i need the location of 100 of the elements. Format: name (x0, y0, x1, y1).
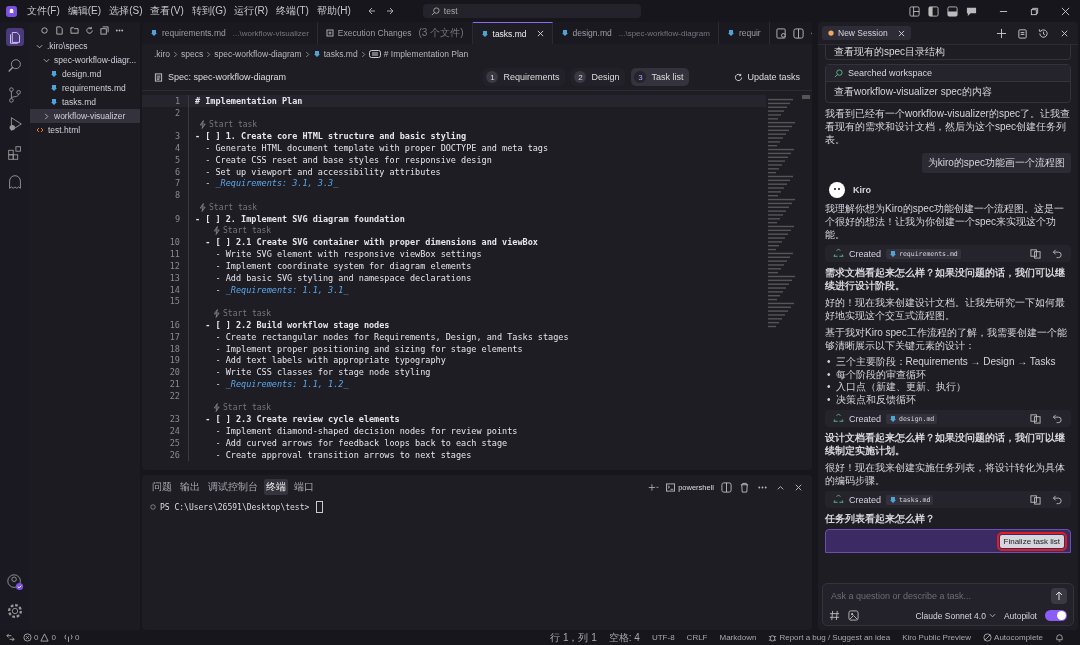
spec-step-tab[interactable]: 2 Design (571, 68, 626, 86)
status-item[interactable]: Kiro Public Preview (902, 633, 972, 642)
chat-input-field[interactable]: Ask a question or describe a task... Claude Sonnet 4.0 Autopilot (822, 583, 1074, 626)
compare-icon[interactable] (1030, 248, 1041, 259)
add-icon[interactable] (996, 27, 1007, 39)
status-item[interactable]: UTF-8 (651, 633, 675, 642)
account-icon[interactable] (6, 573, 24, 591)
menu-item[interactable]: 查看(V) (150, 4, 184, 18)
undo-icon[interactable] (1052, 413, 1063, 424)
forward-icon[interactable] (384, 6, 395, 16)
close-icon[interactable] (897, 29, 905, 37)
tree-item[interactable]: spec-workflow-diagr... (30, 53, 140, 67)
menu-item[interactable]: 帮助(H) (316, 4, 351, 18)
bell-icon[interactable] (1055, 633, 1064, 642)
source-control-icon[interactable] (6, 86, 24, 104)
start-task-link[interactable]: Start task (213, 226, 272, 236)
menu-item[interactable]: 文件(F) (27, 4, 60, 18)
panel-tab[interactable]: 输出 (178, 479, 202, 495)
panel-tab[interactable]: 端口 (292, 479, 316, 495)
start-task-link[interactable]: Start task (213, 403, 272, 413)
undo-icon[interactable] (1052, 248, 1063, 259)
remote-icon[interactable] (6, 633, 15, 642)
tree-item[interactable]: .kiro\specs (30, 39, 140, 53)
editor-tab[interactable]: Execution Changes (3 个文件) (317, 22, 473, 44)
undo-icon[interactable] (1052, 494, 1063, 505)
start-task-link[interactable]: Start task (199, 120, 258, 129)
report-bug-link[interactable]: Report a bug / Suggest an idea (768, 633, 891, 642)
close-icon[interactable] (1061, 6, 1070, 16)
tree-item[interactable]: workflow-visualizer (30, 109, 140, 123)
editor-tab[interactable]: design.md ...\spec-workflow-diagram (552, 22, 719, 44)
session-tab[interactable]: New Session (822, 26, 911, 40)
breadcrumb[interactable]: specs (181, 49, 204, 59)
clipboard-icon[interactable] (1017, 27, 1028, 39)
panel-tab[interactable]: 问题 (150, 479, 174, 495)
chat-icon[interactable] (966, 5, 977, 17)
status-item[interactable]: Markdown (719, 633, 757, 642)
trash-icon[interactable] (739, 481, 750, 493)
collapse-all-icon[interactable] (100, 26, 109, 35)
menu-item[interactable]: 编辑(E) (67, 4, 102, 18)
status-item[interactable]: 行 1，列 1 (550, 630, 597, 645)
breadcrumb[interactable]: .kiro (154, 49, 171, 59)
start-task-link[interactable]: Start task (199, 202, 258, 212)
tree-item[interactable]: test.html (30, 123, 140, 137)
editor-tab[interactable]: requirements.md ...\workflow-visualizer (142, 22, 318, 44)
panel-toggle-icon[interactable] (947, 5, 958, 17)
breadcrumb[interactable]: # Implementation Plan (383, 49, 469, 59)
menu-item[interactable]: 运行(R) (234, 4, 269, 18)
status-item[interactable]: 空格: 4 (608, 630, 640, 645)
tree-item[interactable]: requirements.md (30, 81, 140, 95)
spec-step-tab[interactable]: 3 Task list (631, 68, 690, 86)
assistant-question: 任务列表看起来怎么样？ (825, 512, 936, 525)
line-number: 9 (174, 213, 180, 224)
menu-item[interactable]: 选择(S) (109, 4, 143, 18)
image-icon[interactable] (848, 610, 859, 621)
ports-status[interactable]: 0 (63, 633, 80, 642)
panel-tab[interactable]: 调试控制台 (206, 479, 260, 495)
line-number: 1 (174, 95, 180, 106)
breadcrumb[interactable]: spec-workflow-diagram (214, 49, 302, 59)
new-file-icon[interactable] (55, 26, 64, 35)
editor-tab[interactable]: requir (718, 22, 770, 44)
ai-sparkle-icon[interactable] (40, 26, 49, 35)
explorer-icon[interactable] (6, 28, 24, 46)
sidebar-toggle-icon[interactable] (928, 5, 939, 17)
compare-icon[interactable] (1030, 494, 1041, 505)
close-icon[interactable] (536, 30, 544, 37)
finalize-button[interactable]: Finalize task list (999, 534, 1064, 548)
menu-item[interactable]: 终端(T) (276, 4, 309, 18)
update-tasks-button[interactable]: Update tasks (734, 72, 800, 82)
panel-tab[interactable]: 终端 (264, 479, 288, 495)
new-terminal-icon[interactable] (648, 481, 660, 493)
menu-item[interactable]: 转到(G) (191, 4, 227, 18)
autocomplete-status[interactable]: Autocomplete (983, 633, 1043, 642)
status-item[interactable]: CRLF (686, 633, 708, 642)
editor-tab[interactable]: tasks.md (472, 22, 553, 44)
scrollbar[interactable] (802, 95, 810, 99)
search-icon[interactable] (6, 57, 24, 75)
extensions-icon[interactable] (6, 144, 24, 162)
ghost-icon[interactable] (6, 173, 24, 191)
search-field[interactable]: test (422, 4, 641, 18)
preview-icon[interactable] (775, 27, 787, 39)
spec-step-tab[interactable]: 1 Requirements (483, 68, 566, 86)
history-icon[interactable] (1038, 27, 1049, 39)
tree-item[interactable]: design.md (30, 67, 140, 81)
settings-icon[interactable] (6, 602, 24, 620)
autopilot-toggle[interactable] (1045, 610, 1067, 621)
refresh-icon[interactable] (85, 26, 94, 35)
breadcrumb[interactable]: tasks.md (323, 49, 358, 59)
problems-status[interactable]: 0 0 (23, 633, 56, 642)
restore-icon[interactable] (1030, 6, 1039, 16)
split-editor-icon[interactable] (792, 27, 804, 39)
compare-icon[interactable] (1030, 413, 1041, 424)
start-task-link[interactable]: Start task (213, 308, 272, 318)
layout-icon[interactable] (909, 5, 920, 17)
tree-item[interactable]: tasks.md (30, 95, 140, 109)
new-folder-icon[interactable] (70, 26, 79, 35)
model-dropdown[interactable]: Claude Sonnet 4.0 (915, 610, 996, 621)
hash-icon[interactable] (829, 610, 840, 621)
back-icon[interactable] (366, 6, 377, 16)
split-terminal-icon[interactable] (721, 481, 732, 493)
send-icon[interactable] (1051, 588, 1067, 604)
